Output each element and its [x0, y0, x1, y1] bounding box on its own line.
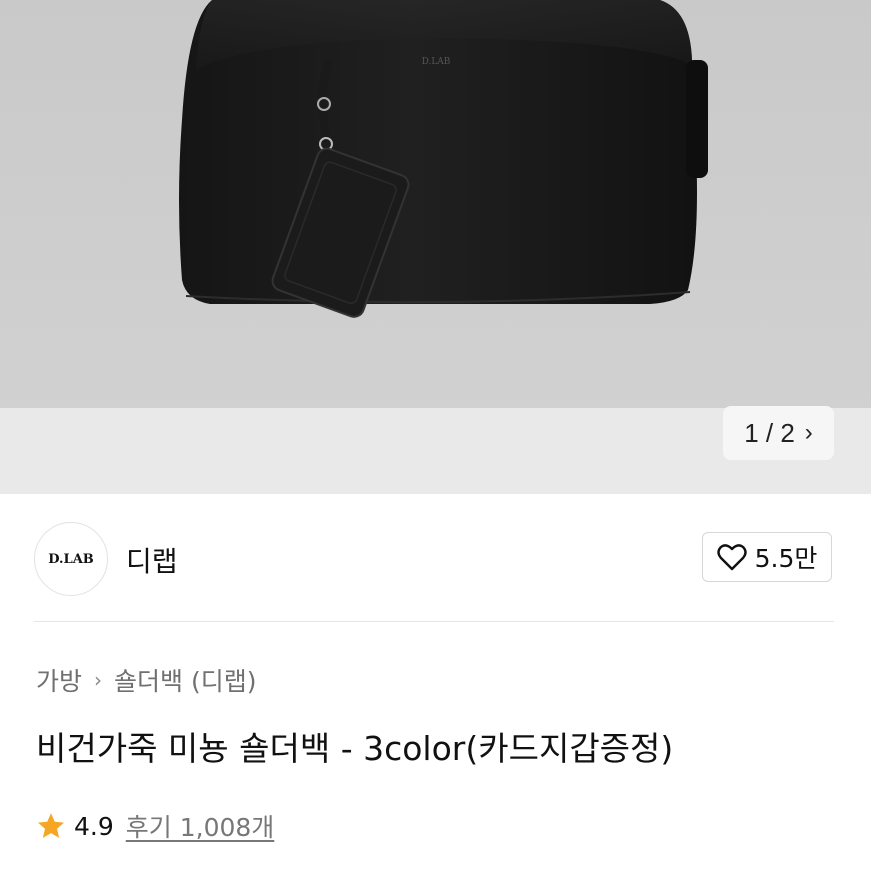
chevron-right-icon: › [94, 668, 103, 692]
pager-total: 2 [780, 417, 795, 448]
pager-separator: / [758, 417, 781, 448]
rating-score: 4.9 [74, 811, 114, 841]
heart-outline-icon [716, 544, 747, 571]
breadcrumb: 가방 › 숄더백 (디랩) [36, 662, 256, 698]
pager-current: 1 [744, 417, 759, 448]
rating-row: 4.9 후기 1,008개 [36, 808, 274, 844]
seller-logo-text: D.LAB [48, 551, 94, 567]
like-button[interactable]: 5.5만 [702, 532, 832, 582]
bag-logo: D.LAB [422, 57, 451, 67]
like-count: 5.5만 [754, 544, 818, 573]
seller-row[interactable]: D.LAB 디랩 5.5만 [0, 518, 871, 602]
breadcrumb-item-subcategory[interactable]: 숄더백 (디랩) [114, 662, 256, 698]
chevron-right-icon[interactable]: › [805, 419, 813, 447]
divider [34, 621, 834, 622]
seller-name[interactable]: 디랩 [126, 540, 178, 580]
reviews-link[interactable]: 후기 1,008개 [126, 808, 275, 844]
breadcrumb-item-category[interactable]: 가방 [36, 662, 82, 698]
seller-logo[interactable]: D.LAB [34, 522, 108, 596]
product-title: 비건가죽 미뇽 숄더백 - 3color(카드지갑증정) [36, 729, 674, 768]
product-image-gallery[interactable]: D.LAB 1 / 2 › [0, 0, 871, 494]
image-pager[interactable]: 1 / 2 › [723, 406, 834, 460]
star-icon [38, 813, 64, 838]
